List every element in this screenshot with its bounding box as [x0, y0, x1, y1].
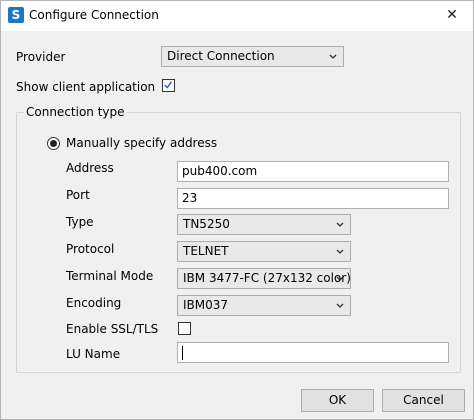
manual-address-label: Manually specify address [66, 136, 218, 150]
radio-selected-dot [50, 140, 57, 147]
chevron-down-icon [336, 249, 344, 254]
provider-dropdown[interactable]: Direct Connection [161, 46, 344, 67]
chevron-down-icon [336, 222, 344, 227]
text-cursor [182, 346, 183, 360]
address-value: pub400.com [182, 164, 258, 178]
port-value: 23 [182, 191, 198, 205]
ok-button[interactable]: OK [301, 389, 374, 412]
protocol-label: Protocol [66, 242, 115, 256]
manual-address-radio[interactable] [47, 137, 60, 150]
type-label: Type [66, 215, 94, 229]
chevron-down-icon [336, 303, 344, 308]
provider-value: Direct Connection [167, 49, 275, 63]
address-label: Address [66, 161, 114, 175]
terminal-mode-dropdown[interactable]: IBM 3477-FC (27x132 color) [177, 268, 351, 289]
lu-name-input[interactable] [177, 342, 449, 363]
terminal-mode-label: Terminal Mode [66, 269, 154, 283]
app-icon: S [8, 7, 24, 23]
title-bar: S Configure Connection ✕ [1, 1, 473, 31]
encoding-label: Encoding [66, 296, 122, 310]
port-label: Port [66, 188, 90, 202]
ssl-label: Enable SSL/TLS [66, 322, 159, 336]
chevron-down-icon [329, 54, 337, 59]
ssl-checkbox[interactable] [178, 322, 191, 335]
close-icon[interactable]: ✕ [443, 6, 461, 24]
connection-type-title: Connection type [24, 105, 127, 119]
encoding-dropdown[interactable]: IBM037 [177, 295, 351, 316]
encoding-value: IBM037 [183, 298, 229, 312]
cancel-button[interactable]: Cancel [382, 389, 465, 412]
protocol-dropdown[interactable]: TELNET [177, 241, 351, 262]
chevron-down-icon [336, 276, 344, 281]
type-dropdown[interactable]: TN5250 [177, 214, 351, 235]
lu-name-label: LU Name [66, 347, 121, 361]
provider-label: Provider [16, 50, 66, 64]
protocol-value: TELNET [183, 244, 229, 258]
show-client-label: Show client application [16, 80, 156, 94]
show-client-checkbox[interactable] [162, 79, 175, 92]
terminal-mode-value: IBM 3477-FC (27x132 color) [183, 271, 351, 285]
configure-connection-dialog: S Configure Connection ✕ Provider Direct… [0, 0, 474, 420]
address-input[interactable]: pub400.com [177, 161, 449, 182]
type-value: TN5250 [183, 217, 230, 231]
port-input[interactable]: 23 [177, 188, 449, 209]
checkmark-icon [164, 81, 173, 89]
window-title: Configure Connection [29, 8, 159, 22]
